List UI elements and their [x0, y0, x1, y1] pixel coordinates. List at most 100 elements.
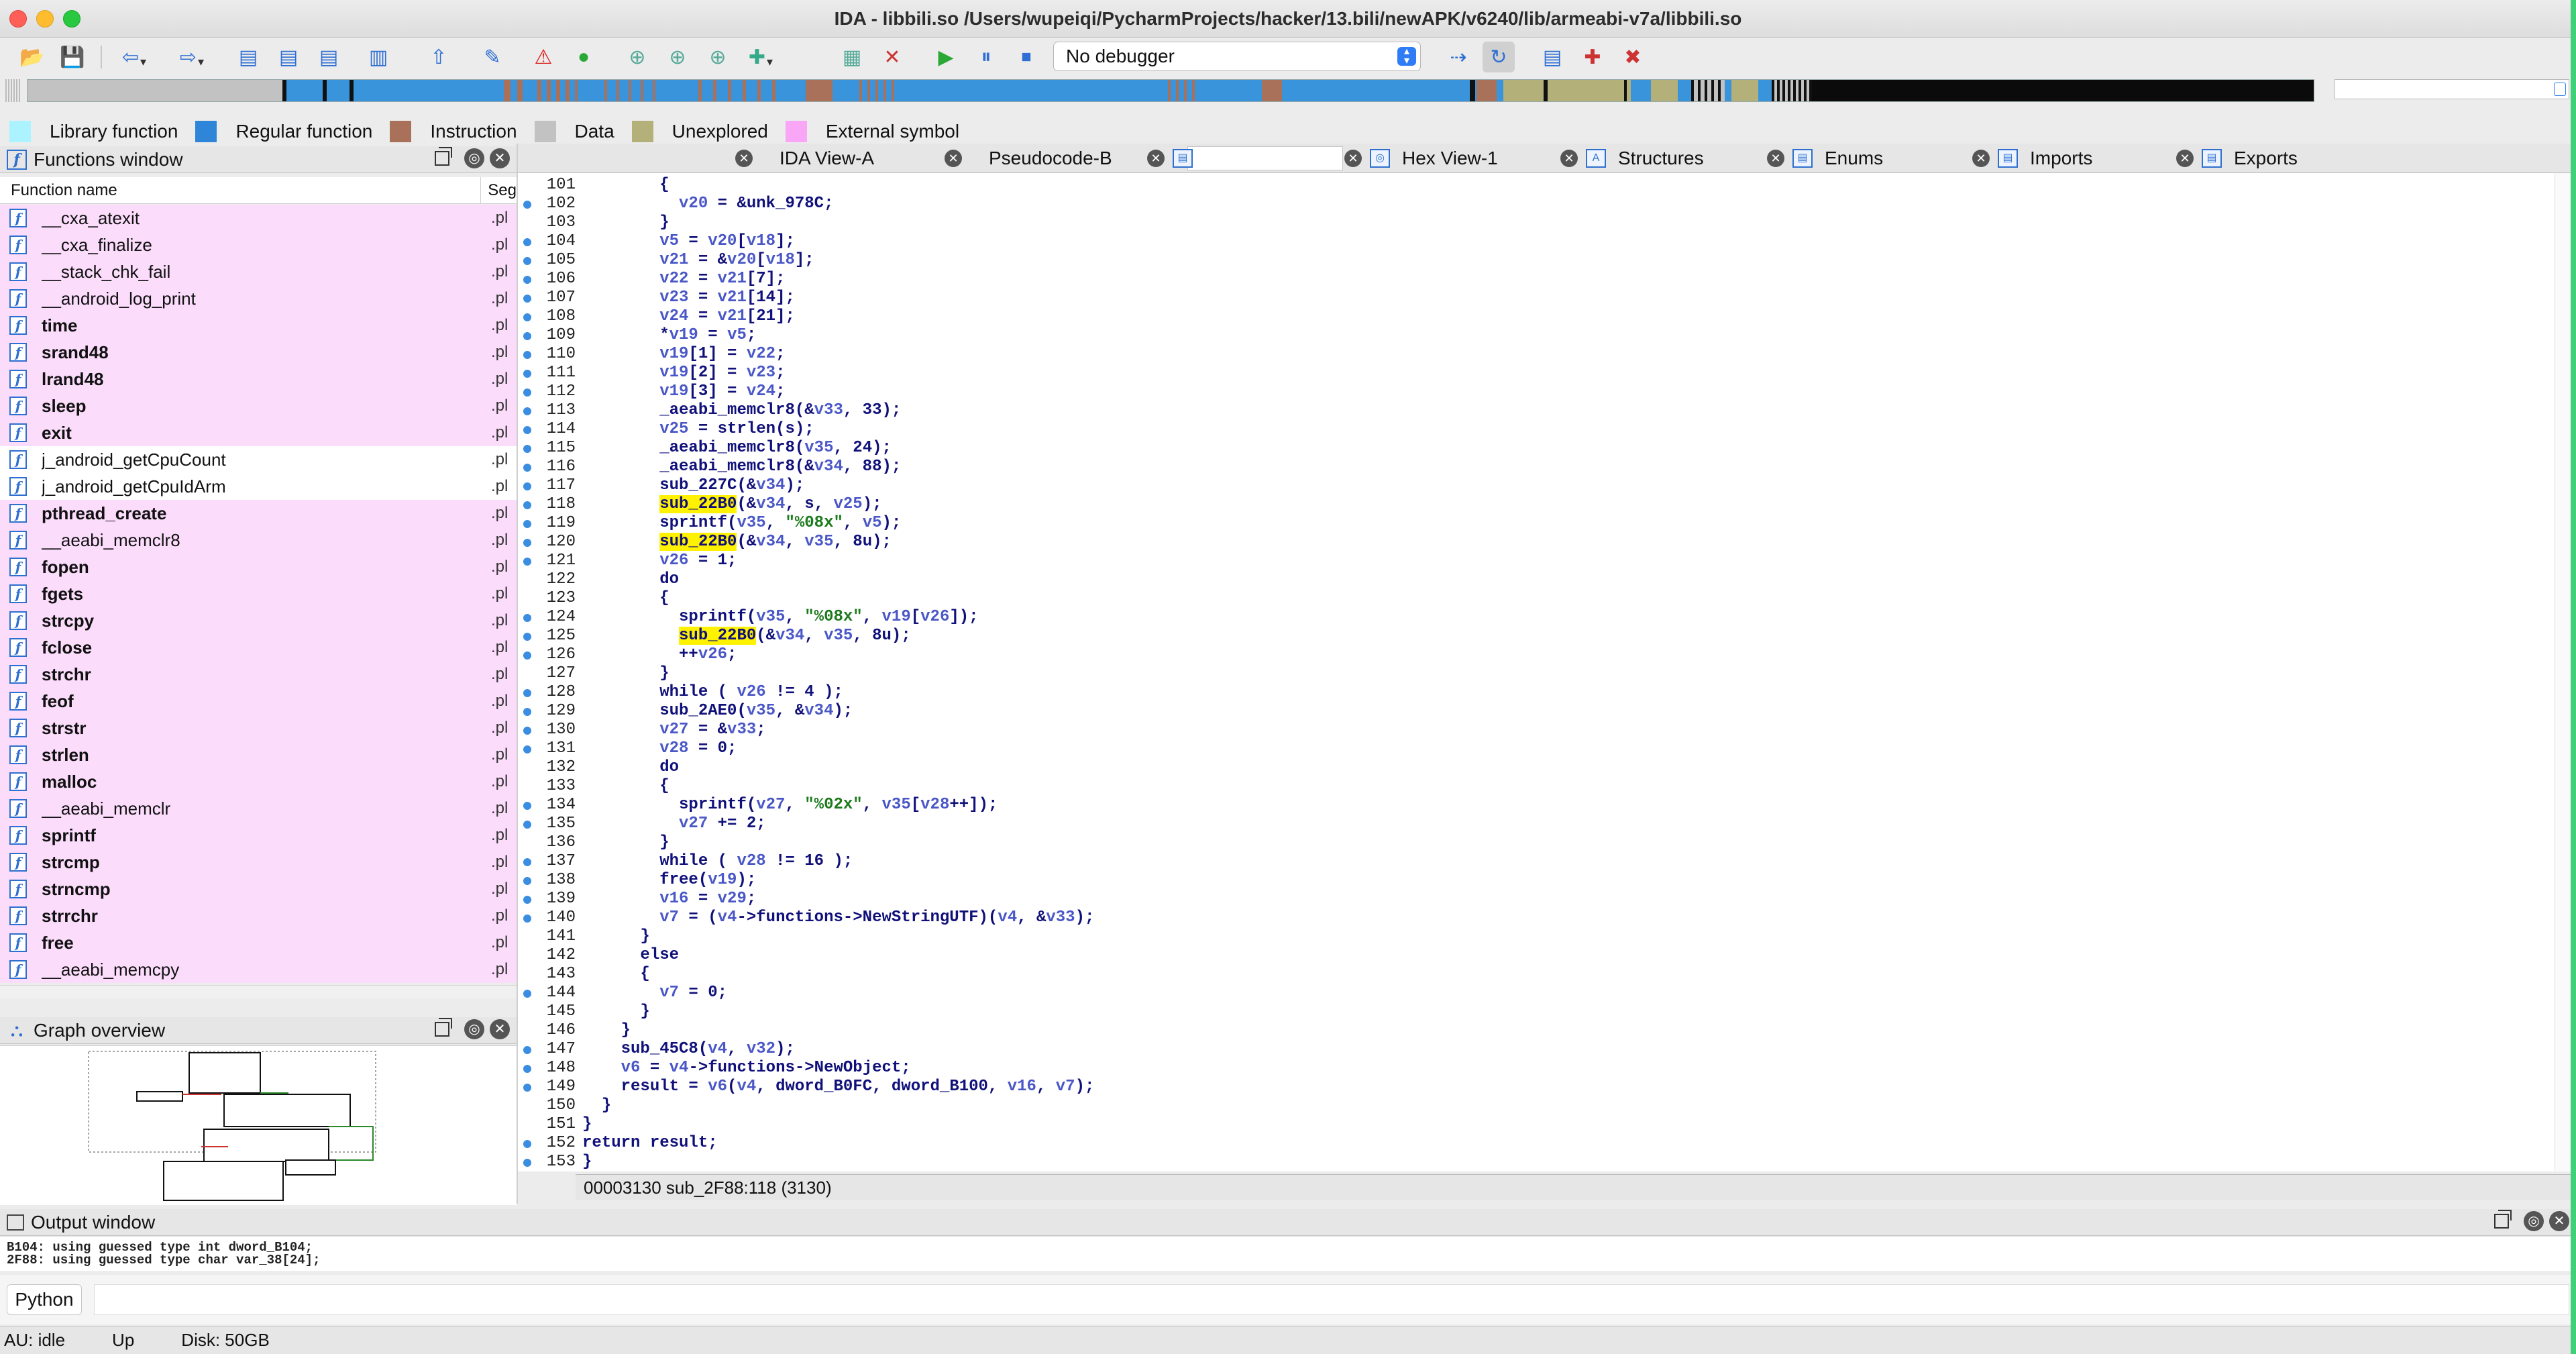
close-icon[interactable]: ✕ [490, 148, 510, 168]
function-row[interactable]: f strcpy .pl [0, 607, 517, 634]
breakpoint-dot-icon[interactable] [523, 689, 531, 697]
code-line[interactable]: 142 else [518, 946, 2530, 965]
code-line[interactable]: 104 v5 = v20[v18]; [518, 232, 2530, 251]
function-row[interactable]: f strchr .pl [0, 661, 517, 688]
breakpoint-dot-icon[interactable] [523, 332, 531, 340]
breakpoint-dot-icon[interactable] [523, 727, 531, 735]
function-row[interactable]: f j_android_getCpuCount .pl [0, 446, 517, 473]
attach-icon[interactable]: ⇢ [1442, 42, 1474, 72]
breakpoint-dot-icon[interactable] [523, 633, 531, 641]
code-line[interactable]: 125 sub_22B0(&v34, v35, 8u); [518, 627, 2530, 645]
breakpoints-icon[interactable]: ▤ [1536, 42, 1568, 72]
pencil-icon[interactable]: ✎ [476, 42, 508, 72]
function-row[interactable]: f malloc .pl [0, 768, 517, 795]
warning-icon[interactable]: ⚠ [527, 42, 559, 72]
code-line[interactable]: 128 while ( v26 != 4 ); [518, 683, 2530, 702]
float-icon[interactable]: ◎ [464, 1019, 484, 1039]
nav-band-gripper[interactable] [5, 79, 21, 102]
breakpoint-dot-icon[interactable] [523, 370, 531, 378]
breakpoint-dot-icon[interactable] [523, 821, 531, 829]
function-row[interactable]: f sprintf .pl [0, 822, 517, 849]
code-line[interactable]: 149 result = v6(v4, dword_B0FC, dword_B1… [518, 1078, 2530, 1096]
code-line[interactable]: 102 v20 = &unk_978C; [518, 195, 2530, 213]
code-line[interactable]: 108 v24 = v21[21]; [518, 307, 2530, 326]
code-line[interactable]: 153} [518, 1153, 2530, 1171]
add-icon[interactable]: ⊕ [621, 42, 653, 72]
tab-close-icon[interactable]: ✕ [1344, 150, 1362, 167]
code-line[interactable]: 103 } [518, 213, 2530, 232]
function-row[interactable]: f j_android_getCpuIdArm .pl [0, 473, 517, 500]
code-line[interactable]: 144 v7 = 0; [518, 984, 2530, 1002]
column-function-name[interactable]: Function name [0, 177, 482, 203]
code-line[interactable]: 130 v27 = &v33; [518, 721, 2530, 739]
debugger-select[interactable]: No debugger ▴ ▾ [1053, 42, 1421, 71]
breakpoint-dot-icon[interactable] [523, 445, 531, 453]
functions-hscrollbar[interactable] [0, 985, 517, 998]
breakpoint-dot-icon[interactable] [523, 257, 531, 265]
up-arrow-icon[interactable]: ⇧ [423, 42, 455, 72]
code-line[interactable]: 105 v21 = &v20[v18]; [518, 251, 2530, 270]
code-line[interactable]: 150 } [518, 1096, 2530, 1115]
breakpoint-dot-icon[interactable] [523, 520, 531, 528]
code-line[interactable]: 110 v19[1] = v22; [518, 345, 2530, 364]
breakpoint-dot-icon[interactable] [523, 407, 531, 415]
breakpoint-dot-icon[interactable] [523, 745, 531, 753]
function-row[interactable]: f srand48 .pl [0, 339, 517, 366]
code-line[interactable]: 140 v7 = (v4->functions->NewStringUTF)(v… [518, 908, 2530, 927]
code-line[interactable]: 106 v22 = v21[7]; [518, 270, 2530, 289]
tab-close-icon[interactable]: ✕ [945, 150, 962, 167]
function-row[interactable]: f __stack_chk_fail .pl [0, 258, 517, 285]
breakpoint-dot-icon[interactable] [523, 1084, 531, 1092]
function-row[interactable]: f sleep .pl [0, 393, 517, 419]
nav-band-zoom-box[interactable] [2334, 79, 2569, 99]
close-icon[interactable]: ✕ [2549, 1211, 2569, 1231]
text-search-icon[interactable]: ▤ [313, 42, 345, 72]
breakpoint-dot-icon[interactable] [523, 558, 531, 566]
tab-exports[interactable]: ✕ ▤ Exports [2176, 144, 2298, 173]
python-language-button[interactable]: Python [7, 1284, 82, 1315]
code-line[interactable]: 120 sub_22B0(&v34, v35, 8u); [518, 533, 2530, 552]
code-line[interactable]: 138 free(v19); [518, 871, 2530, 890]
code-line[interactable]: 139 v16 = v29; [518, 890, 2530, 908]
breakpoint-dot-icon[interactable] [523, 1065, 531, 1073]
close-cross-icon[interactable]: ✕ [876, 42, 908, 72]
restore-icon[interactable] [435, 147, 452, 166]
breakpoint-dot-icon[interactable] [523, 1159, 531, 1167]
restore-icon[interactable] [435, 1018, 452, 1037]
breakpoint-dot-icon[interactable] [523, 426, 531, 434]
plugin-icon[interactable]: ✚ [745, 42, 777, 72]
back-arrow-icon[interactable]: ⇦ [118, 42, 150, 72]
code-line[interactable]: 124 sprintf(v35, "%08x", v19[v26]); [518, 608, 2530, 627]
step-icon[interactable]: ↻ [1483, 42, 1515, 72]
add-function-icon[interactable]: ⊕ [661, 42, 694, 72]
tab-pseudocode-b[interactable]: ✕ Pseudocode-B [945, 144, 1112, 173]
code-line[interactable]: 127 } [518, 664, 2530, 683]
code-line[interactable]: 141 } [518, 927, 2530, 946]
function-row[interactable]: f __aeabi_memclr .pl [0, 795, 517, 822]
add-struct-icon[interactable]: ⊕ [702, 42, 734, 72]
function-row[interactable]: f fopen .pl [0, 554, 517, 580]
code-line[interactable]: 117 sub_227C(&v34); [518, 476, 2530, 495]
tab-imports[interactable]: ✕ ▤ Imports [1972, 144, 2092, 173]
function-row[interactable]: f __cxa_atexit .pl [0, 205, 517, 231]
code-line[interactable]: 135 v27 += 2; [518, 815, 2530, 833]
pause-icon[interactable]: ⏸ [970, 42, 1002, 72]
breakpoint-dot-icon[interactable] [523, 539, 531, 547]
breakpoint-dot-icon[interactable] [523, 802, 531, 810]
code-line[interactable]: 134 sprintf(v27, "%02x", v35[v28++]); [518, 796, 2530, 815]
breakpoint-dot-icon[interactable] [523, 896, 531, 904]
navigation-band[interactable] [27, 79, 2314, 102]
code-line[interactable]: 151} [518, 1115, 2530, 1134]
breakpoint-dot-icon[interactable] [523, 295, 531, 303]
tab-close-icon[interactable]: ✕ [1767, 150, 1784, 167]
tab-close-icon[interactable]: ✕ [1972, 150, 1990, 167]
function-row[interactable]: f strstr .pl [0, 715, 517, 741]
tab-close-icon[interactable]: ✕ [2176, 150, 2194, 167]
graph-overview-canvas[interactable] [0, 1045, 517, 1205]
tab-active[interactable]: ✕ ▤ [1147, 144, 1348, 173]
code-line[interactable]: 121 v26 = 1; [518, 552, 2530, 570]
close-icon[interactable]: ✕ [490, 1019, 510, 1039]
float-icon[interactable]: ◎ [2524, 1211, 2544, 1231]
code-line[interactable]: 147 sub_45C8(v4, v32); [518, 1040, 2530, 1059]
forward-arrow-icon[interactable]: ⇨ [176, 42, 208, 72]
